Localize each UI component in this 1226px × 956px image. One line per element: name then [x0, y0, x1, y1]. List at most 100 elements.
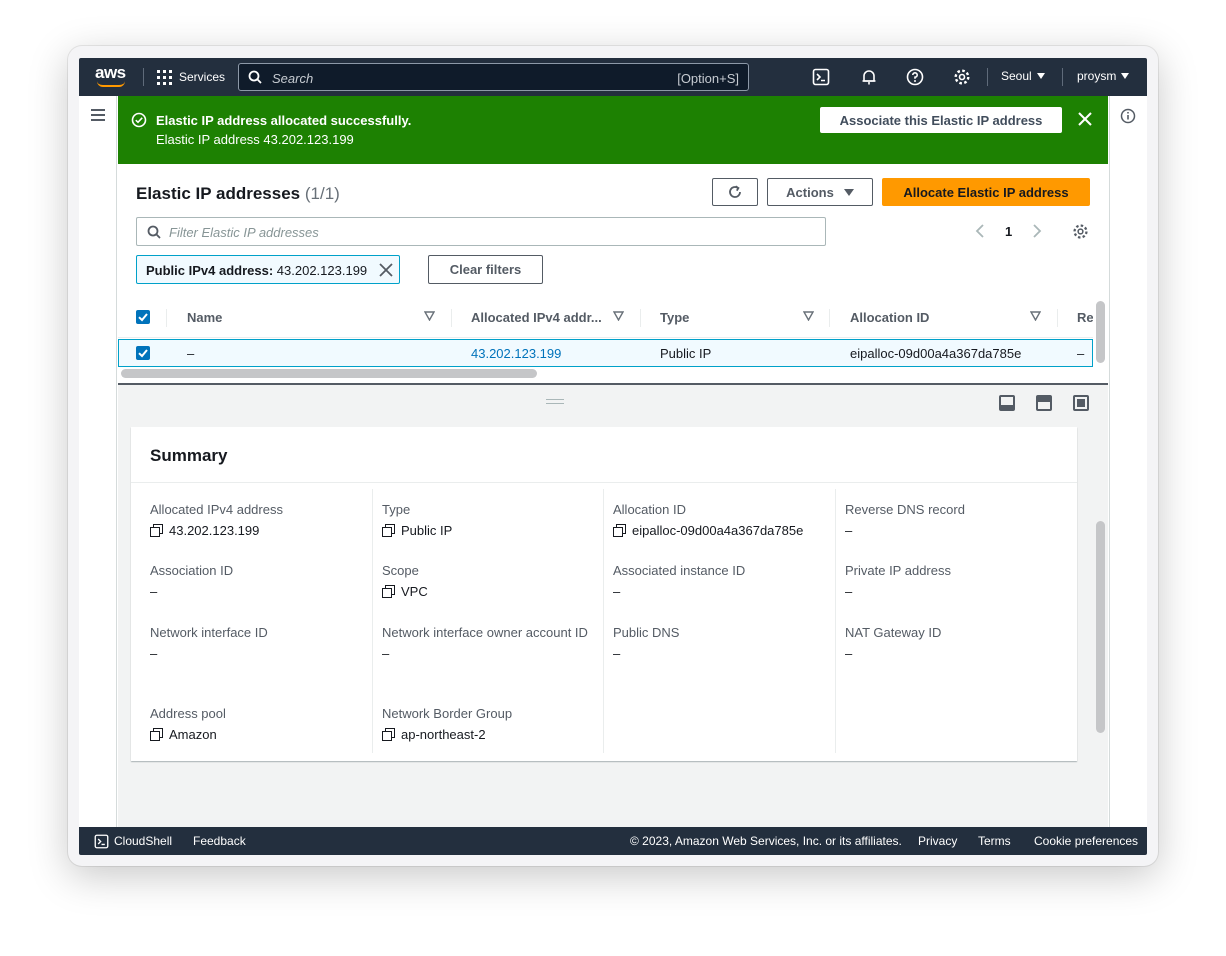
field-value: –: [613, 584, 621, 599]
field-label: Allocated IPv4 address: [150, 502, 283, 517]
copy-icon[interactable]: [382, 728, 395, 741]
field-private-ip: Private IP address –: [845, 561, 1060, 599]
cloudshell-icon[interactable]: [94, 834, 109, 849]
region-menu[interactable]: Seoul: [1001, 69, 1045, 83]
column-divider: [1057, 309, 1058, 327]
select-all-checkbox[interactable]: [136, 310, 150, 324]
column-header-name[interactable]: Name: [187, 310, 222, 325]
filter-input[interactable]: Filter Elastic IP addresses: [136, 217, 826, 246]
resize-handle-icon[interactable]: [546, 399, 564, 404]
field-value: –: [845, 584, 853, 599]
remove-filter-icon[interactable]: [379, 263, 393, 277]
copy-icon[interactable]: [150, 728, 163, 741]
gear-icon[interactable]: [953, 68, 971, 86]
field-label: Scope: [382, 563, 419, 578]
column-header-reverse-dns[interactable]: Re: [1077, 310, 1093, 325]
field-value: 43.202.123.199: [169, 523, 260, 538]
caret-down-icon: [1036, 73, 1045, 79]
page-number[interactable]: 1: [1005, 224, 1012, 239]
associate-eip-button[interactable]: Associate this Elastic IP address: [820, 107, 1062, 133]
field-label: Reverse DNS record: [845, 502, 965, 517]
actions-dropdown[interactable]: Actions: [767, 178, 873, 206]
table-row[interactable]: – 43.202.123.199 Public IP eipalloc-09d0…: [118, 339, 1093, 367]
cell-allocation-id: eipalloc-09d00a4a367da785e: [850, 346, 1022, 361]
nav-divider: [987, 68, 988, 86]
sort-icon[interactable]: [1030, 311, 1041, 321]
footer-cloudshell-link[interactable]: CloudShell: [114, 834, 172, 848]
field-nat-gateway-id: NAT Gateway ID –: [845, 623, 1060, 661]
cell-ipv4-link[interactable]: 43.202.123.199: [471, 346, 561, 361]
page-title-text: Elastic IP addresses: [136, 184, 301, 203]
refresh-button[interactable]: [712, 178, 758, 206]
allocate-eip-button[interactable]: Allocate Elastic IP address: [882, 178, 1090, 206]
success-check-icon: [131, 112, 147, 128]
bell-icon[interactable]: [860, 68, 878, 86]
summary-container: Summary Allocated IPv4 address 43.202.12…: [131, 427, 1077, 761]
sort-icon[interactable]: [803, 311, 814, 321]
flash-message: Elastic IP address 43.202.123.199: [156, 132, 354, 147]
filter-token: Public IPv4 address: 43.202.123.199: [136, 255, 400, 284]
panel-bottom-icon[interactable]: [999, 395, 1015, 411]
services-menu[interactable]: Services: [157, 58, 225, 96]
table-settings-icon[interactable]: [1072, 223, 1089, 240]
copy-icon[interactable]: [613, 524, 626, 537]
chevron-left-icon[interactable]: [975, 224, 985, 238]
aws-smile-icon: [97, 81, 125, 87]
filter-token-key: Public IPv4 address:: [146, 263, 274, 278]
field-label: Association ID: [150, 563, 234, 578]
sort-icon[interactable]: [424, 311, 435, 321]
field-value: ap-northeast-2: [401, 727, 486, 742]
clear-filters-button[interactable]: Clear filters: [428, 255, 543, 284]
field-label: Allocation ID: [613, 502, 686, 517]
copy-icon[interactable]: [150, 524, 163, 537]
footer-privacy-link[interactable]: Privacy: [918, 834, 957, 848]
column-header-ipv4[interactable]: Allocated IPv4 addr...: [471, 310, 602, 325]
help-icon[interactable]: [906, 68, 924, 86]
side-navigation-rail: [79, 96, 117, 827]
column-divider: [166, 309, 167, 327]
filter-token-value: 43.202.123.199: [276, 263, 368, 278]
copy-icon[interactable]: [382, 524, 395, 537]
field-network-border-group: Network Border Group ap-northeast-2: [382, 704, 597, 742]
nav-divider: [1062, 68, 1063, 86]
panel-full-icon[interactable]: [1073, 395, 1089, 411]
row-checkbox[interactable]: [136, 346, 150, 360]
field-allocation-id: Allocation ID eipalloc-09d00a4a367da785e: [613, 500, 828, 538]
field-label: Public DNS: [613, 625, 680, 640]
caret-down-icon: [1121, 73, 1130, 79]
column-divider: [829, 309, 830, 327]
cell-type: Public IP: [660, 346, 712, 361]
footer-cookie-preferences-link[interactable]: Cookie preferences: [1034, 834, 1138, 848]
search-input[interactable]: Search [Option+S]: [238, 63, 749, 91]
cloudshell-icon[interactable]: [812, 68, 830, 86]
check-icon: [138, 313, 148, 322]
field-label: Type: [382, 502, 411, 517]
flash-title: Elastic IP address allocated successfull…: [156, 113, 412, 128]
column-header-type[interactable]: Type: [660, 310, 689, 325]
tools-rail: [1109, 96, 1147, 827]
details-split-panel: Summary Allocated IPv4 address 43.202.12…: [118, 383, 1108, 827]
table-header: Name Allocated IPv4 addr... Type Allocat…: [118, 298, 1093, 338]
table-vertical-scrollbar[interactable]: [1096, 301, 1105, 363]
panel-vertical-scrollbar[interactable]: [1096, 521, 1105, 733]
field-value: –: [150, 584, 158, 599]
copy-icon[interactable]: [382, 585, 395, 598]
account-menu[interactable]: proysm: [1077, 69, 1130, 83]
table-horizontal-scrollbar[interactable]: [121, 369, 537, 378]
aws-logo[interactable]: aws: [95, 64, 129, 88]
info-icon[interactable]: [1120, 108, 1136, 124]
field-public-dns: Public DNS –: [613, 623, 828, 661]
summary-title: Summary: [150, 446, 228, 465]
close-icon[interactable]: [1078, 112, 1092, 126]
panel-side-icon[interactable]: [1036, 395, 1052, 411]
sort-icon[interactable]: [613, 311, 624, 321]
menu-icon[interactable]: [91, 109, 105, 121]
field-label: Network interface owner account ID: [382, 625, 588, 640]
console-app: aws Services Search [Option+S] Seoul pro…: [79, 58, 1147, 855]
refresh-icon: [729, 185, 741, 198]
column-header-allocation-id[interactable]: Allocation ID: [850, 310, 929, 325]
filter-token-label: Public IPv4 address: 43.202.123.199: [146, 263, 367, 278]
chevron-right-icon[interactable]: [1032, 224, 1042, 238]
footer-terms-link[interactable]: Terms: [978, 834, 1011, 848]
footer-feedback-link[interactable]: Feedback: [193, 834, 246, 848]
